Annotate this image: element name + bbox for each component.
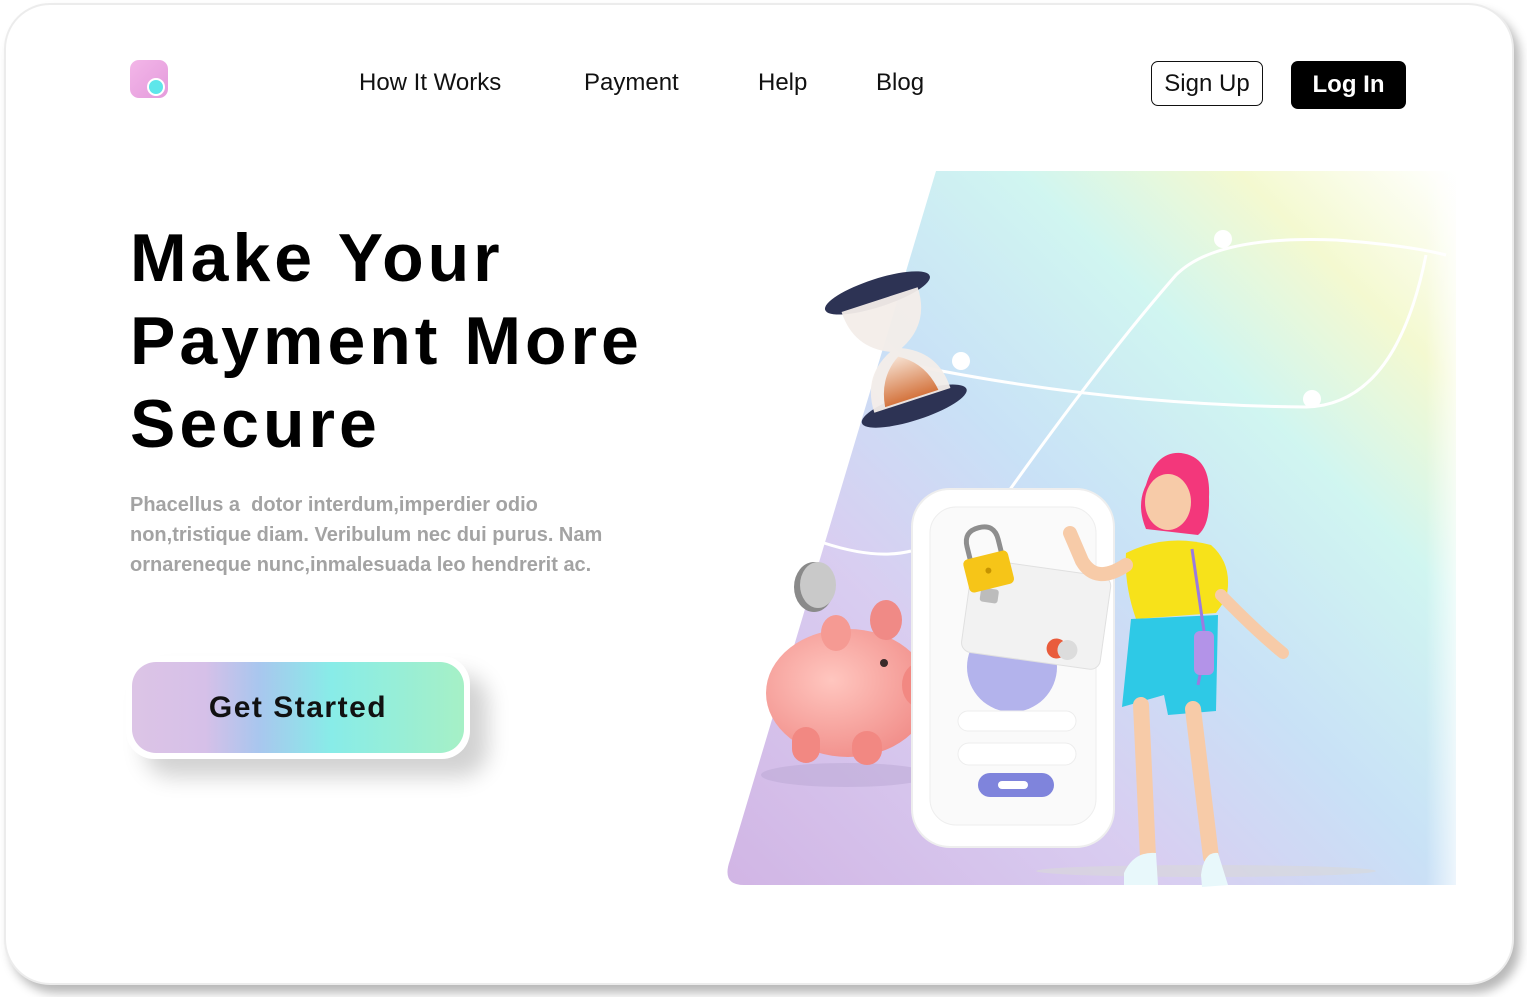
page-frame: How It Works Payment Help Blog Sign Up L… [4,3,1514,985]
description-line-1: Phacellus a dotor interdum,imperdier odi… [130,494,538,516]
get-started-button[interactable]: Get Started [126,656,470,759]
nav-link-help[interactable]: Help [758,69,807,97]
get-started-label: Get Started [132,662,464,753]
nav-link-how-it-works[interactable]: How It Works [359,69,501,97]
coin-icon [794,562,836,612]
illustration-background [727,171,1456,885]
page-title: Make Your Payment More Secure [130,217,750,466]
smartphone-icon [911,488,1115,848]
description-line-2: non,tristique diam. Veribulum nec dui pu… [130,524,603,546]
woman-illustration [1036,452,1376,887]
credit-card-icon [961,558,1112,670]
hero-description: Phacellus a dotor interdum,imperdier odi… [130,490,620,580]
headline-line-3: Secure [130,386,381,462]
sign-up-button[interactable]: Sign Up [1151,61,1263,106]
hourglass-icon [824,271,967,428]
piggy-bank-icon [761,600,936,787]
nav-link-payment[interactable]: Payment [584,69,679,97]
headline-line-1: Make Your [130,220,504,296]
padlock-icon [963,524,1015,593]
headline-line-2: Payment More [130,303,643,379]
app-logo-icon[interactable] [130,60,168,98]
description-line-3: ornareneque nunc,inmalesuada leo hendrer… [130,554,592,576]
nav-link-blog[interactable]: Blog [876,69,924,97]
logo-dot [147,78,165,96]
log-in-button[interactable]: Log In [1291,61,1406,109]
